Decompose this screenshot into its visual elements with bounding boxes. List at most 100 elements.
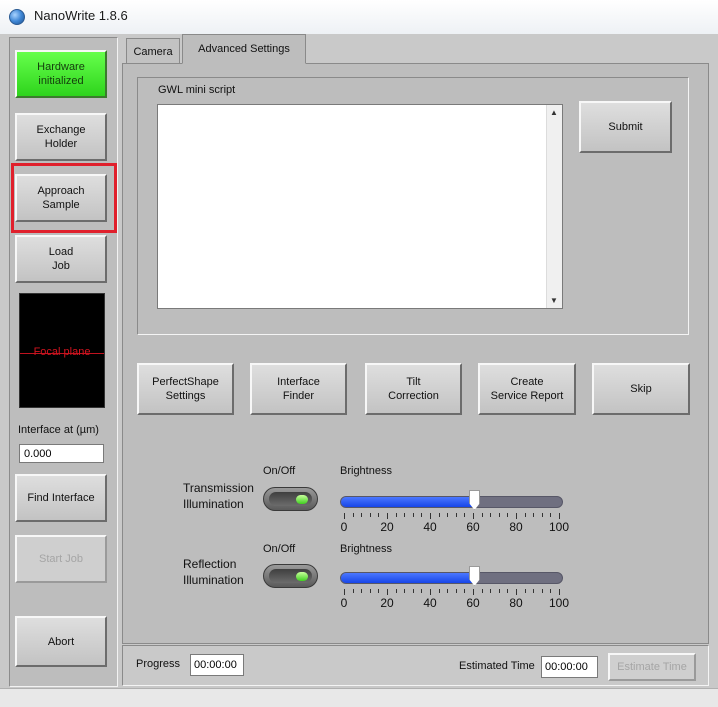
start-job-label: Start Job	[38, 553, 84, 565]
transmission-scale-label: 100	[548, 520, 570, 534]
transmission-scale-tick	[455, 513, 457, 517]
estimate-time-label: Estimate Time	[617, 661, 687, 673]
estimate-time-button[interactable]: Estimate Time	[608, 653, 696, 681]
reflection-scale-tick	[533, 589, 535, 593]
reflection-scale-label: 60	[466, 596, 480, 610]
scroll-up-icon[interactable]: ▲	[550, 108, 558, 117]
reflection-brightness-slider[interactable]	[340, 566, 563, 586]
reflection-scale-tick	[412, 589, 414, 593]
reflection-scale-tick	[464, 589, 466, 593]
transmission-brightness-fill	[341, 497, 474, 507]
transmission-brightness-scale: 0 20 40 60 80 100	[340, 513, 580, 539]
transmission-scale-tick	[395, 513, 397, 517]
transmission-scale-label: 20	[380, 520, 394, 534]
tab-advanced-settings[interactable]: Advanced Settings	[182, 34, 306, 64]
transmission-scale-label: 80	[509, 520, 523, 534]
create-service-report-button[interactable]: Create Service Report	[478, 363, 576, 415]
interface-finder-button[interactable]: Interface Finder	[250, 363, 347, 415]
transmission-scale-tick	[498, 513, 500, 517]
transmission-scale-tick	[412, 513, 414, 517]
exchange-holder-label: Exchange Holder	[36, 124, 86, 150]
focal-plane-display: Focal plane	[19, 293, 105, 408]
reflection-brightness-fill	[341, 573, 474, 583]
transmission-scale-tick	[559, 513, 560, 519]
transmission-onoff-label: On/Off	[263, 465, 296, 477]
transmission-scale-tick	[541, 513, 543, 517]
transmission-scale-tick	[507, 513, 509, 517]
interface-at-label: Interface at (µm)	[18, 424, 99, 436]
tab-camera[interactable]: Camera	[126, 38, 180, 64]
reflection-scale-tick	[369, 589, 371, 593]
skip-label: Skip	[630, 383, 652, 395]
gwl-script-textarea[interactable]: ▲ ▼	[157, 104, 563, 309]
transmission-scale-tick	[550, 513, 552, 517]
transmission-scale-tick	[344, 513, 345, 519]
reflection-scale-label: 0	[340, 596, 348, 610]
find-interface-button[interactable]: Find Interface	[15, 474, 107, 522]
estimated-time-field[interactable]	[541, 656, 598, 678]
reflection-scale-tick	[395, 589, 397, 593]
transmission-brightness-thumb[interactable]	[469, 490, 480, 510]
transmission-scale-tick	[533, 513, 535, 517]
reflection-onoff-label: On/Off	[263, 543, 296, 555]
transmission-scale-tick	[524, 513, 526, 517]
reflection-scale-label: 80	[509, 596, 523, 610]
transmission-scale-tick	[447, 513, 449, 517]
load-job-label: Load Job	[48, 246, 74, 272]
transmission-scale-tick	[352, 513, 354, 517]
interface-at-field[interactable]	[19, 444, 104, 463]
reflection-scale-tick	[481, 589, 483, 593]
find-interface-label: Find Interface	[27, 492, 95, 504]
transmission-scale-tick	[421, 513, 423, 517]
perfectshape-settings-label: PerfectShape Settings	[152, 376, 219, 402]
reflection-onoff-toggle[interactable]	[263, 564, 318, 588]
reflection-scale-tick	[498, 589, 500, 593]
approach-sample-label: Approach Sample	[37, 185, 85, 211]
approach-sample-button[interactable]: Approach Sample	[15, 174, 107, 222]
abort-button[interactable]: Abort	[15, 616, 107, 667]
transmission-scale-label: 60	[466, 520, 480, 534]
gwl-script-label: GWL mini script	[158, 84, 236, 96]
transmission-scale-tick	[404, 513, 406, 517]
transmission-brightness-slider[interactable]	[340, 490, 563, 510]
skip-button[interactable]: Skip	[592, 363, 690, 415]
script-scrollbar[interactable]: ▲ ▼	[546, 105, 562, 308]
reflection-scale-label: 20	[380, 596, 394, 610]
tilt-correction-button[interactable]: Tilt Correction	[365, 363, 462, 415]
progress-field[interactable]	[190, 654, 244, 676]
reflection-scale-tick	[447, 589, 449, 593]
transmission-scale-label: 0	[340, 520, 348, 534]
tab-camera-label: Camera	[133, 45, 173, 58]
reflection-led-indicator	[296, 572, 308, 581]
scroll-down-icon[interactable]: ▼	[550, 296, 558, 305]
tilt-correction-label: Tilt Correction	[388, 376, 439, 402]
reflection-scale-label: 100	[548, 596, 570, 610]
transmission-scale-tick	[438, 513, 440, 517]
exchange-holder-button[interactable]: Exchange Holder	[15, 113, 107, 161]
reflection-scale-tick	[361, 589, 363, 593]
create-service-report-label: Create Service Report	[490, 376, 564, 402]
transmission-scale-tick	[464, 513, 466, 517]
app-window: NanoWrite 1.8.6 Hardware initialized Exc…	[0, 0, 718, 707]
transmission-scale-tick	[481, 513, 483, 517]
load-job-button[interactable]: Load Job	[15, 235, 107, 283]
transmission-scale-tick	[473, 513, 474, 519]
transmission-scale-tick	[361, 513, 363, 517]
reflection-scale-tick	[559, 589, 560, 595]
submit-button[interactable]: Submit	[579, 101, 672, 153]
hardware-initialized-button[interactable]: Hardware initialized	[15, 50, 107, 98]
reflection-brightness-thumb[interactable]	[469, 566, 480, 586]
reflection-scale-tick	[344, 589, 345, 595]
reflection-scale-tick	[473, 589, 474, 595]
reflection-scale-tick	[378, 589, 380, 593]
start-job-button[interactable]: Start Job	[15, 535, 107, 583]
reflection-scale-tick	[438, 589, 440, 593]
transmission-brightness-label: Brightness	[340, 465, 392, 477]
reflection-scale-tick	[404, 589, 406, 593]
transmission-scale-tick	[369, 513, 371, 517]
reflection-scale-label: 40	[423, 596, 437, 610]
reflection-scale-tick	[352, 589, 354, 593]
transmission-onoff-toggle[interactable]	[263, 487, 318, 511]
perfectshape-settings-button[interactable]: PerfectShape Settings	[137, 363, 234, 415]
transmission-scale-tick	[430, 513, 431, 519]
